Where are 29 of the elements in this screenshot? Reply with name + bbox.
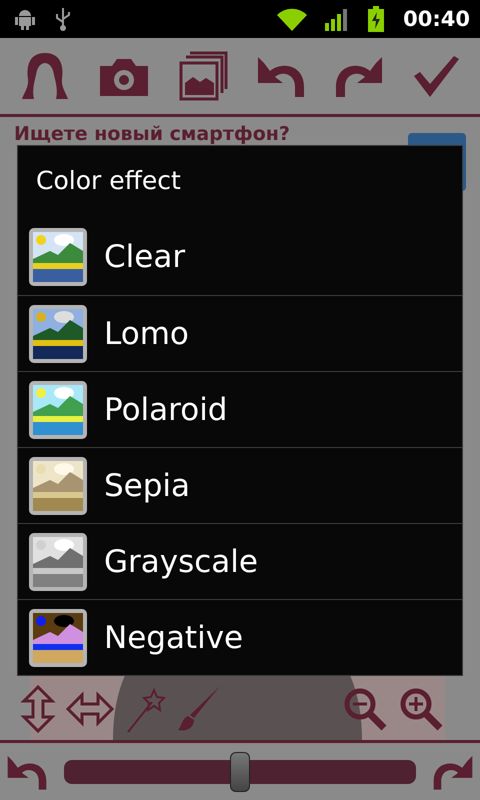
ad-headline[interactable]: Ищете новый смартфон? xyxy=(14,123,408,145)
horizontal-arrows-icon[interactable] xyxy=(66,691,114,727)
check-icon[interactable] xyxy=(412,54,460,98)
usb-icon xyxy=(54,6,72,32)
wifi-icon xyxy=(277,7,308,31)
clock: 00:40 xyxy=(403,7,470,31)
hair-icon[interactable] xyxy=(20,51,70,101)
effect-option[interactable]: Grayscale xyxy=(18,523,462,599)
effect-option[interactable]: Polaroid xyxy=(18,371,462,447)
gallery-icon[interactable] xyxy=(178,51,228,101)
zoom-out-icon[interactable] xyxy=(342,686,388,732)
landscape-icon xyxy=(28,456,88,516)
signal-icon xyxy=(325,7,350,31)
battery-icon xyxy=(367,6,386,32)
dialog-title: Color effect xyxy=(36,166,181,195)
slider-thumb[interactable] xyxy=(230,752,250,792)
effect-option[interactable]: Lomo xyxy=(18,295,462,371)
landscape-icon xyxy=(28,532,88,592)
landscape-icon xyxy=(28,380,88,440)
landscape-icon xyxy=(28,304,88,364)
effect-option[interactable]: Sepia xyxy=(18,447,462,523)
slider-track[interactable] xyxy=(64,760,416,784)
landscape-icon xyxy=(28,608,88,668)
landscape-icon xyxy=(28,227,88,287)
zoom-in-icon[interactable] xyxy=(398,686,444,732)
android-icon xyxy=(14,7,36,31)
effect-option[interactable]: Clear xyxy=(18,219,462,295)
vertical-arrows-icon[interactable] xyxy=(20,685,56,733)
effect-option[interactable]: Negative xyxy=(18,599,462,675)
